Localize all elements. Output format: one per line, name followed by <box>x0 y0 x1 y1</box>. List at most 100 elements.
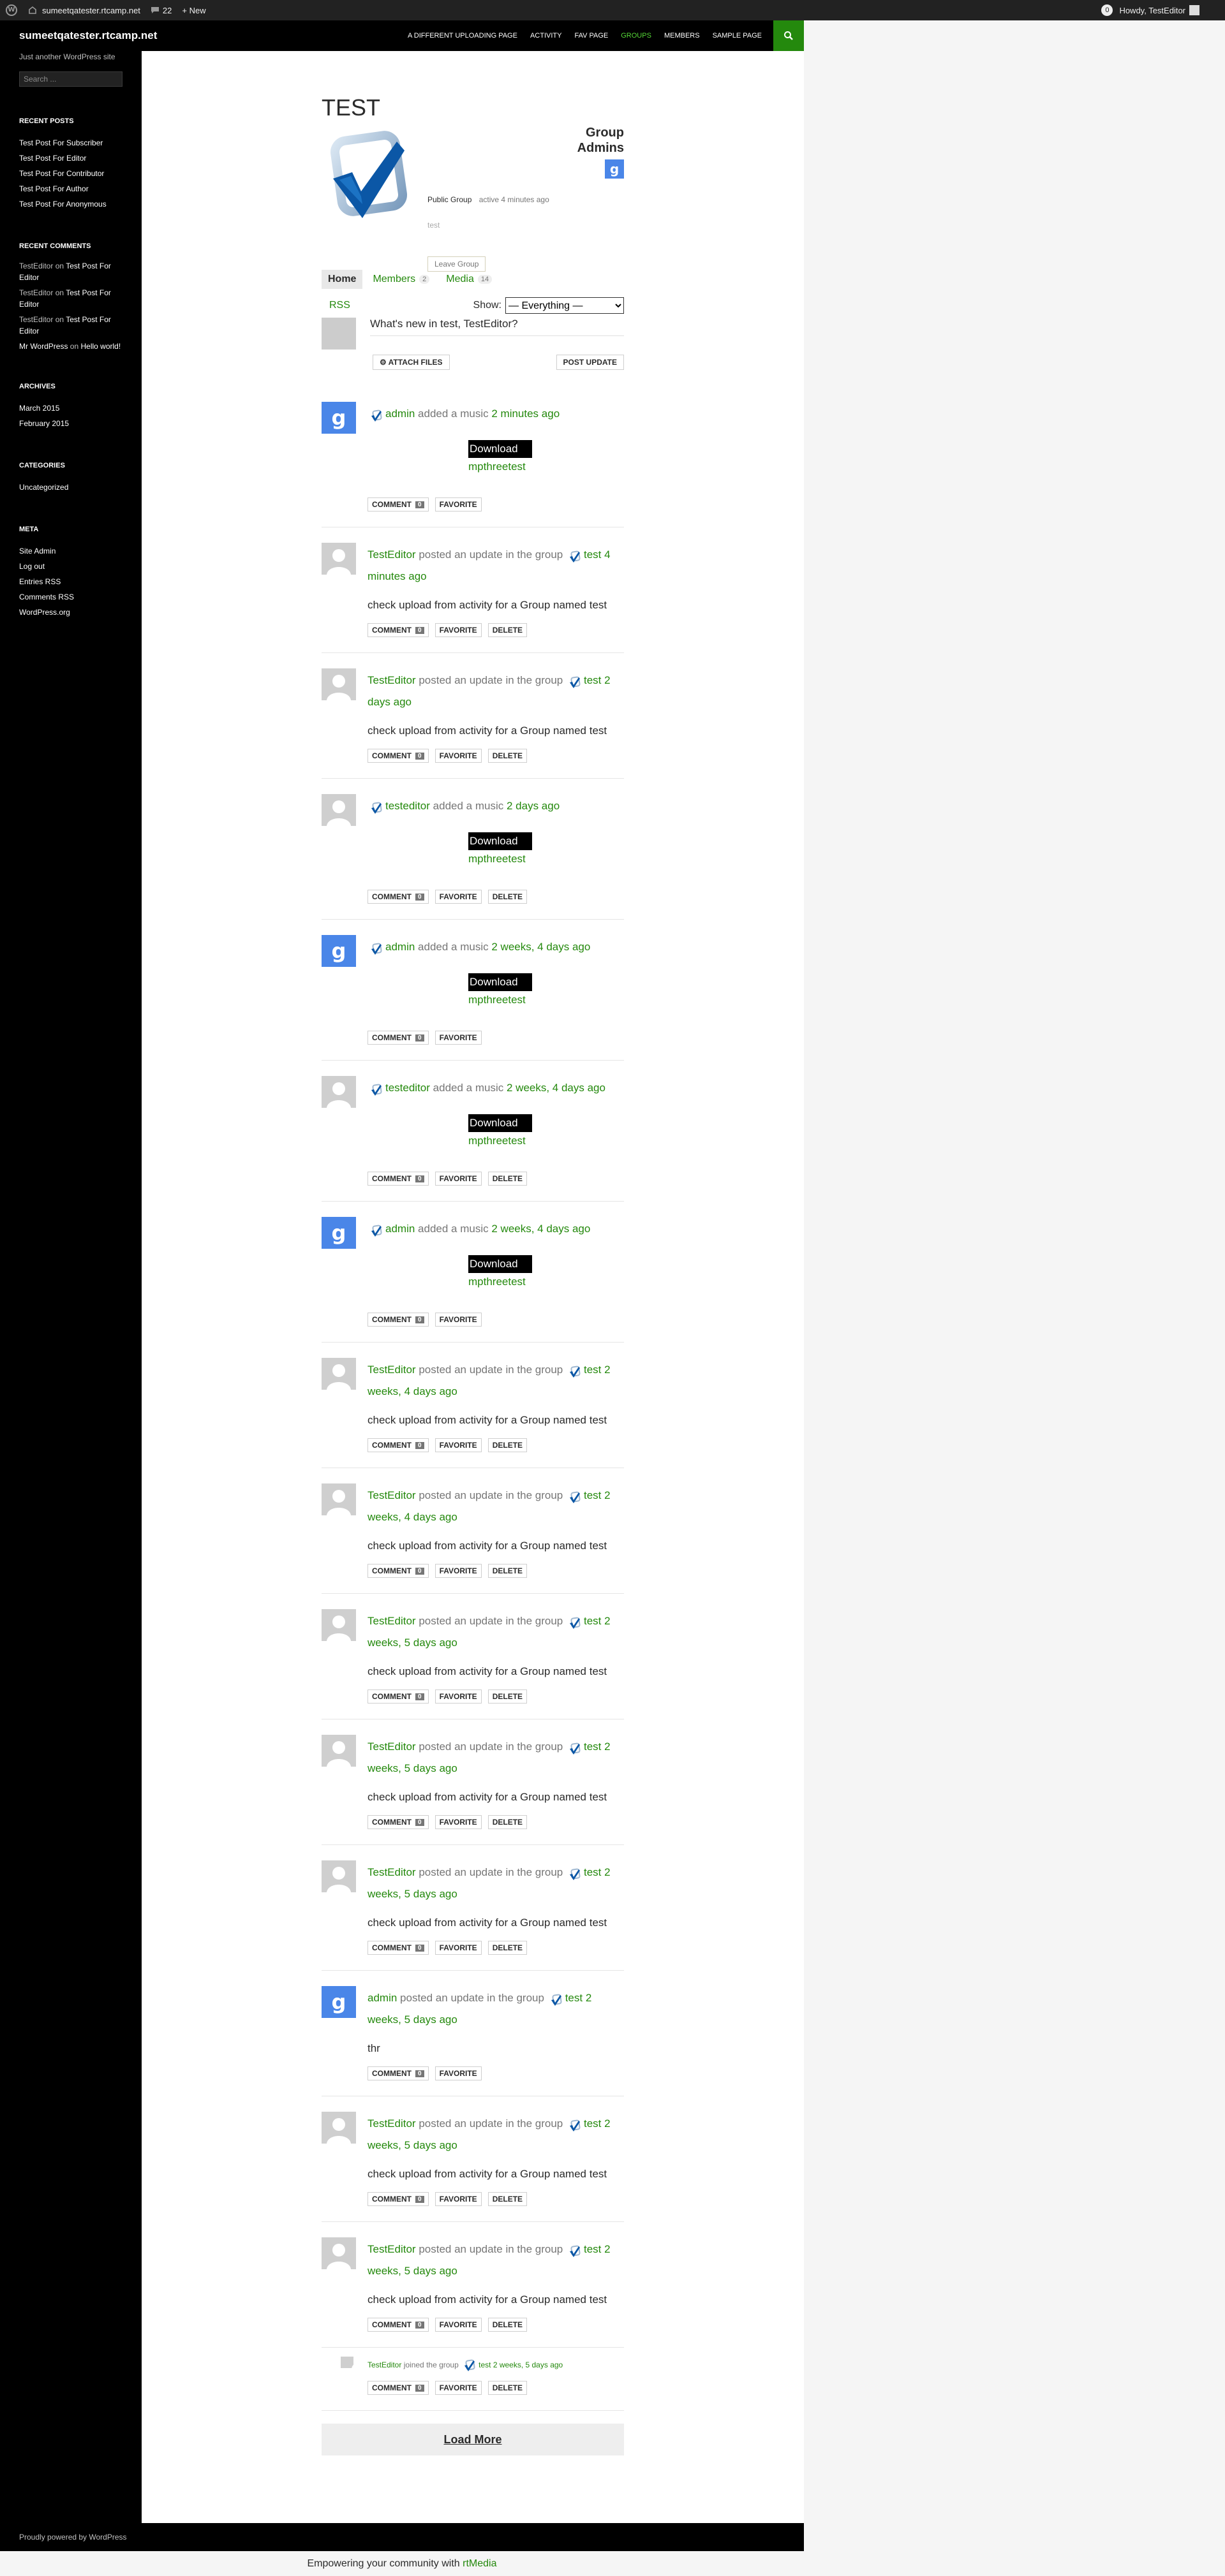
delete-button[interactable]: DELETE <box>487 749 528 763</box>
sidebar-search-input[interactable]: Search ... <box>19 71 122 87</box>
activity-avatar[interactable] <box>322 1735 356 1767</box>
favorite-button[interactable]: FAVORITE <box>434 1438 482 1452</box>
favorite-button[interactable]: FAVORITE <box>434 1689 482 1704</box>
download-button[interactable]: Download <box>468 1255 532 1273</box>
activity-group-link[interactable]: test <box>584 1866 601 1878</box>
nav-item-fav-page[interactable]: FAV PAGE <box>568 20 614 51</box>
group-avatar-icon[interactable] <box>568 1616 581 1629</box>
activity-user-link[interactable]: TestEditor <box>368 1866 416 1878</box>
comment-button[interactable]: COMMENT 0 <box>368 2318 429 2332</box>
tab-home[interactable]: Home <box>322 270 363 289</box>
comment-button[interactable]: COMMENT 0 <box>368 1438 429 1452</box>
group-avatar-icon[interactable] <box>568 675 581 688</box>
activity-group-link[interactable]: test <box>584 674 601 686</box>
recent-post-link[interactable]: Test Post For Subscriber <box>19 135 122 151</box>
media-file-link[interactable]: mpthreetest <box>468 994 624 1006</box>
rtmedia-link[interactable]: rtMedia <box>463 2558 496 2570</box>
group-avatar-icon[interactable] <box>568 1364 581 1378</box>
leave-group-button[interactable]: Leave Group <box>427 256 486 272</box>
recent-post-link[interactable]: Test Post For Author <box>19 181 122 196</box>
category-link[interactable]: Uncategorized <box>19 480 122 495</box>
admin-avatar[interactable]: g <box>605 159 624 179</box>
comment-button[interactable]: COMMENT 0 <box>368 623 429 637</box>
post-update-button[interactable]: POST UPDATE <box>556 355 624 370</box>
activity-avatar[interactable] <box>322 1860 356 1892</box>
delete-button[interactable]: DELETE <box>487 1941 528 1955</box>
activity-avatar[interactable]: g <box>322 402 356 434</box>
favorite-button[interactable]: FAVORITE <box>434 497 482 512</box>
site-title[interactable]: sumeetqatester.rtcamp.net <box>19 29 157 42</box>
activity-group-link[interactable]: test <box>479 2360 491 2369</box>
group-avatar[interactable] <box>322 129 417 224</box>
delete-button[interactable]: DELETE <box>487 2381 528 2395</box>
group-avatar-icon[interactable] <box>370 1082 383 1096</box>
comment-button[interactable]: COMMENT 0 <box>368 1313 429 1327</box>
group-avatar-icon[interactable] <box>550 1992 563 2006</box>
adminbar-comments[interactable]: 22 <box>145 0 177 20</box>
comment-button[interactable]: COMMENT 0 <box>368 749 429 763</box>
activity-group-link[interactable]: test <box>584 548 601 561</box>
group-avatar-icon[interactable] <box>370 941 383 955</box>
activity-avatar[interactable] <box>322 1076 356 1108</box>
activity-time-link[interactable]: 2 days ago <box>507 800 560 812</box>
activity-group-link[interactable]: test <box>584 1615 601 1627</box>
comment-button[interactable]: COMMENT 0 <box>368 2381 429 2395</box>
nav-item-members[interactable]: MEMBERS <box>658 20 706 51</box>
activity-filter-select[interactable]: — Everything — <box>505 297 624 314</box>
nav-item-groups[interactable]: GROUPS <box>614 20 658 51</box>
comment-button[interactable]: COMMENT 0 <box>368 497 429 512</box>
activity-avatar[interactable] <box>322 543 356 575</box>
comment-button[interactable]: COMMENT 0 <box>368 1564 429 1578</box>
adminbar-greeting[interactable]: Howdy, TestEditor <box>1119 6 1185 15</box>
download-button[interactable]: Download <box>468 440 532 458</box>
meta-link[interactable]: Log out <box>19 559 122 574</box>
activity-avatar[interactable] <box>322 2112 356 2144</box>
favorite-button[interactable]: FAVORITE <box>434 2066 482 2080</box>
activity-user-link[interactable]: TestEditor <box>368 548 416 561</box>
group-avatar-icon[interactable] <box>568 1490 581 1503</box>
activity-user-link[interactable]: TestEditor <box>368 2117 416 2130</box>
activity-group-link[interactable]: test <box>584 2117 601 2130</box>
favorite-button[interactable]: FAVORITE <box>434 2318 482 2332</box>
activity-user-link[interactable]: admin <box>368 1992 397 2004</box>
activity-user-link[interactable]: admin <box>385 1223 415 1235</box>
delete-button[interactable]: DELETE <box>487 1438 528 1452</box>
activity-time-link[interactable]: 2 weeks, 4 days ago <box>491 941 590 953</box>
activity-user-link[interactable]: admin <box>385 941 415 953</box>
activity-group-link[interactable]: test <box>584 2243 601 2255</box>
activity-user-link[interactable]: TestEditor <box>368 1364 416 1376</box>
group-avatar-icon[interactable] <box>568 2244 581 2257</box>
load-more-button[interactable]: Load More <box>322 2424 624 2455</box>
meta-link[interactable]: Site Admin <box>19 543 122 559</box>
activity-user-link[interactable]: testeditor <box>385 800 430 812</box>
activity-time-link[interactable]: 2 weeks, 4 days ago <box>507 1082 605 1094</box>
recent-post-link[interactable]: Test Post For Editor <box>19 151 122 166</box>
meta-link[interactable]: Comments RSS <box>19 589 122 605</box>
favorite-button[interactable]: FAVORITE <box>434 1313 482 1327</box>
adminbar-site-link[interactable]: sumeetqatester.rtcamp.net <box>42 0 145 20</box>
activity-time-link[interactable]: 2 minutes ago <box>491 408 560 420</box>
group-avatar-icon[interactable] <box>370 408 383 422</box>
comment-author[interactable]: Mr WordPress <box>19 342 68 351</box>
archive-link[interactable]: February 2015 <box>19 416 122 431</box>
delete-button[interactable]: DELETE <box>487 623 528 637</box>
activity-user-link[interactable]: TestEditor <box>368 2360 401 2369</box>
group-avatar-icon[interactable] <box>568 1867 581 1880</box>
comment-button[interactable]: COMMENT 0 <box>368 1941 429 1955</box>
activity-user-link[interactable]: TestEditor <box>368 1741 416 1753</box>
delete-button[interactable]: DELETE <box>487 2192 528 2206</box>
delete-button[interactable]: DELETE <box>487 1172 528 1186</box>
rss-link[interactable]: RSS <box>329 300 350 311</box>
media-file-link[interactable]: mpthreetest <box>468 1135 624 1147</box>
activity-user-link[interactable]: TestEditor <box>368 1615 416 1627</box>
meta-link[interactable]: WordPress.org <box>19 605 122 620</box>
activity-avatar[interactable]: g <box>322 935 356 967</box>
activity-user-link[interactable]: testeditor <box>385 1082 430 1094</box>
delete-button[interactable]: DELETE <box>487 1689 528 1704</box>
adminbar-avatar[interactable] <box>1189 5 1199 15</box>
activity-avatar[interactable]: g <box>322 1986 356 2018</box>
favorite-button[interactable]: FAVORITE <box>434 1031 482 1045</box>
comment-author[interactable]: TestEditor <box>19 288 53 297</box>
whats-new-textarea[interactable]: What's new in test, TestEditor? <box>370 318 518 330</box>
download-button[interactable]: Download <box>468 1114 532 1132</box>
